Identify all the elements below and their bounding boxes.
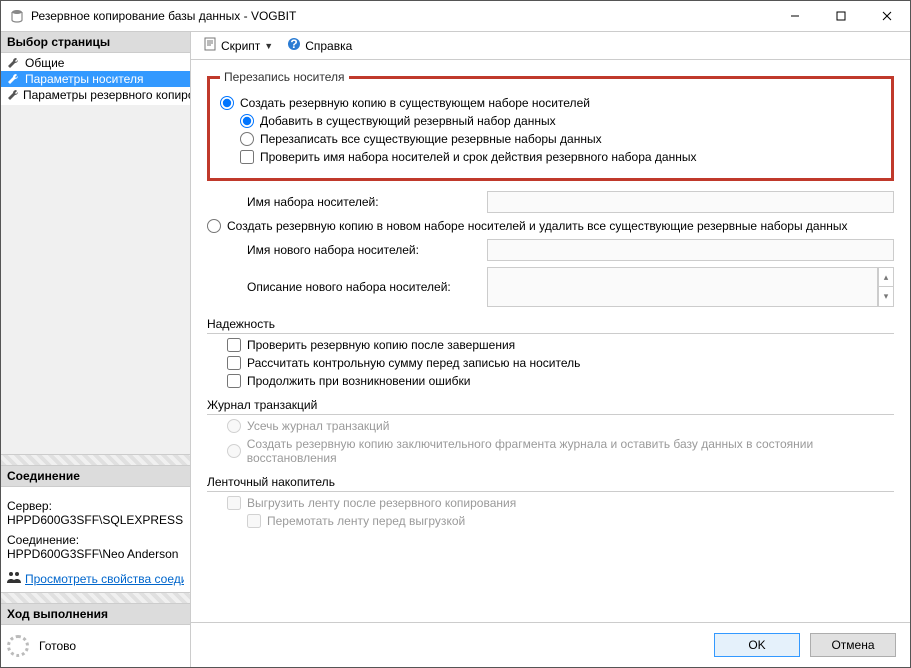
maximize-button[interactable] [818,1,864,31]
tape-legend: Ленточный накопитель [207,475,894,492]
sidebar-item-label: Параметры резервного копирования [23,88,190,102]
txlog-legend: Журнал транзакций [207,398,894,415]
spinner-buttons: ▴▾ [878,267,894,307]
progress-status: Готово [39,639,76,653]
view-connection-properties-link[interactable]: Просмотреть свойства соединения [7,571,184,586]
help-icon: ? [287,37,301,54]
media-set-name-label: Имя набора носителей: [247,195,477,209]
media-overwrite-legend: Перезапись носителя [220,70,349,84]
page-select-header: Выбор страницы [1,32,190,53]
svg-text:?: ? [291,37,298,51]
radio-new-media-set[interactable] [207,219,221,233]
chevron-down-icon: ▼ [264,41,273,51]
window-title: Резервное копирование базы данных - VOGB… [31,9,772,23]
new-media-name-label: Имя нового набора носителей: [247,243,477,257]
checkbox-verify-media-name[interactable] [240,150,254,164]
radio-overwrite-existing[interactable] [240,132,254,146]
sidebar-item-media-options[interactable]: Параметры носителя [1,71,190,87]
wrench-icon [7,73,21,85]
radio-append-existing[interactable] [240,114,254,128]
server-value: HPPD600G3SFF\SQLEXPRESS [7,513,184,527]
connection-header: Соединение [1,466,190,487]
checkbox-continue-on-error[interactable] [227,374,241,388]
chevron-up-icon[interactable]: ▴ [879,268,893,287]
dialog-window: Резервное копирование базы данных - VOGB… [0,0,911,668]
new-media-desc-label: Описание нового набора носителей: [247,280,477,294]
radio-tail-log [227,444,241,458]
progress-spinner-icon [7,635,29,657]
radio-existing-media-set[interactable] [220,96,234,110]
checkbox-verify-backup[interactable] [227,338,241,352]
chevron-down-icon[interactable]: ▾ [879,287,893,306]
new-media-name-input [487,239,894,261]
wrench-icon [7,57,21,69]
connection-label: Соединение: [7,533,184,547]
people-icon [7,571,21,586]
media-overwrite-group: Перезапись носителя Создать резервную ко… [207,70,894,181]
cancel-button[interactable]: Отмена [810,633,896,657]
checkbox-rewind-tape [247,514,261,528]
script-button[interactable]: Скрипт ▼ [199,35,277,56]
sidebar: Выбор страницы Общие Параметры носителя … [1,32,191,667]
radio-truncate-log [227,419,241,433]
dialog-footer: OK Отмена [191,622,910,667]
connection-value: HPPD600G3SFF\Neo Anderson [7,547,184,561]
splitter[interactable] [1,592,190,604]
script-icon [203,37,217,54]
toolbar: Скрипт ▼ ? Справка [191,32,910,60]
titlebar: Резервное копирование базы данных - VOGB… [1,1,910,31]
database-icon [9,8,25,24]
server-label: Сервер: [7,499,184,513]
help-button[interactable]: ? Справка [283,35,356,56]
checkbox-checksum[interactable] [227,356,241,370]
sidebar-item-label: Параметры носителя [25,72,143,86]
checkbox-unload-tape [227,496,241,510]
sidebar-item-backup-options[interactable]: Параметры резервного копирования [1,87,190,103]
sidebar-item-label: Общие [25,56,64,70]
content-area: Перезапись носителя Создать резервную ко… [191,60,910,622]
ok-button[interactable]: OK [714,633,800,657]
splitter[interactable] [1,454,190,466]
progress-header: Ход выполнения [1,604,190,625]
minimize-button[interactable] [772,1,818,31]
wrench-icon [7,89,19,101]
close-button[interactable] [864,1,910,31]
media-set-name-input [487,191,894,213]
new-media-desc-input [487,267,878,307]
reliability-legend: Надежность [207,317,894,334]
sidebar-item-general[interactable]: Общие [1,55,190,71]
